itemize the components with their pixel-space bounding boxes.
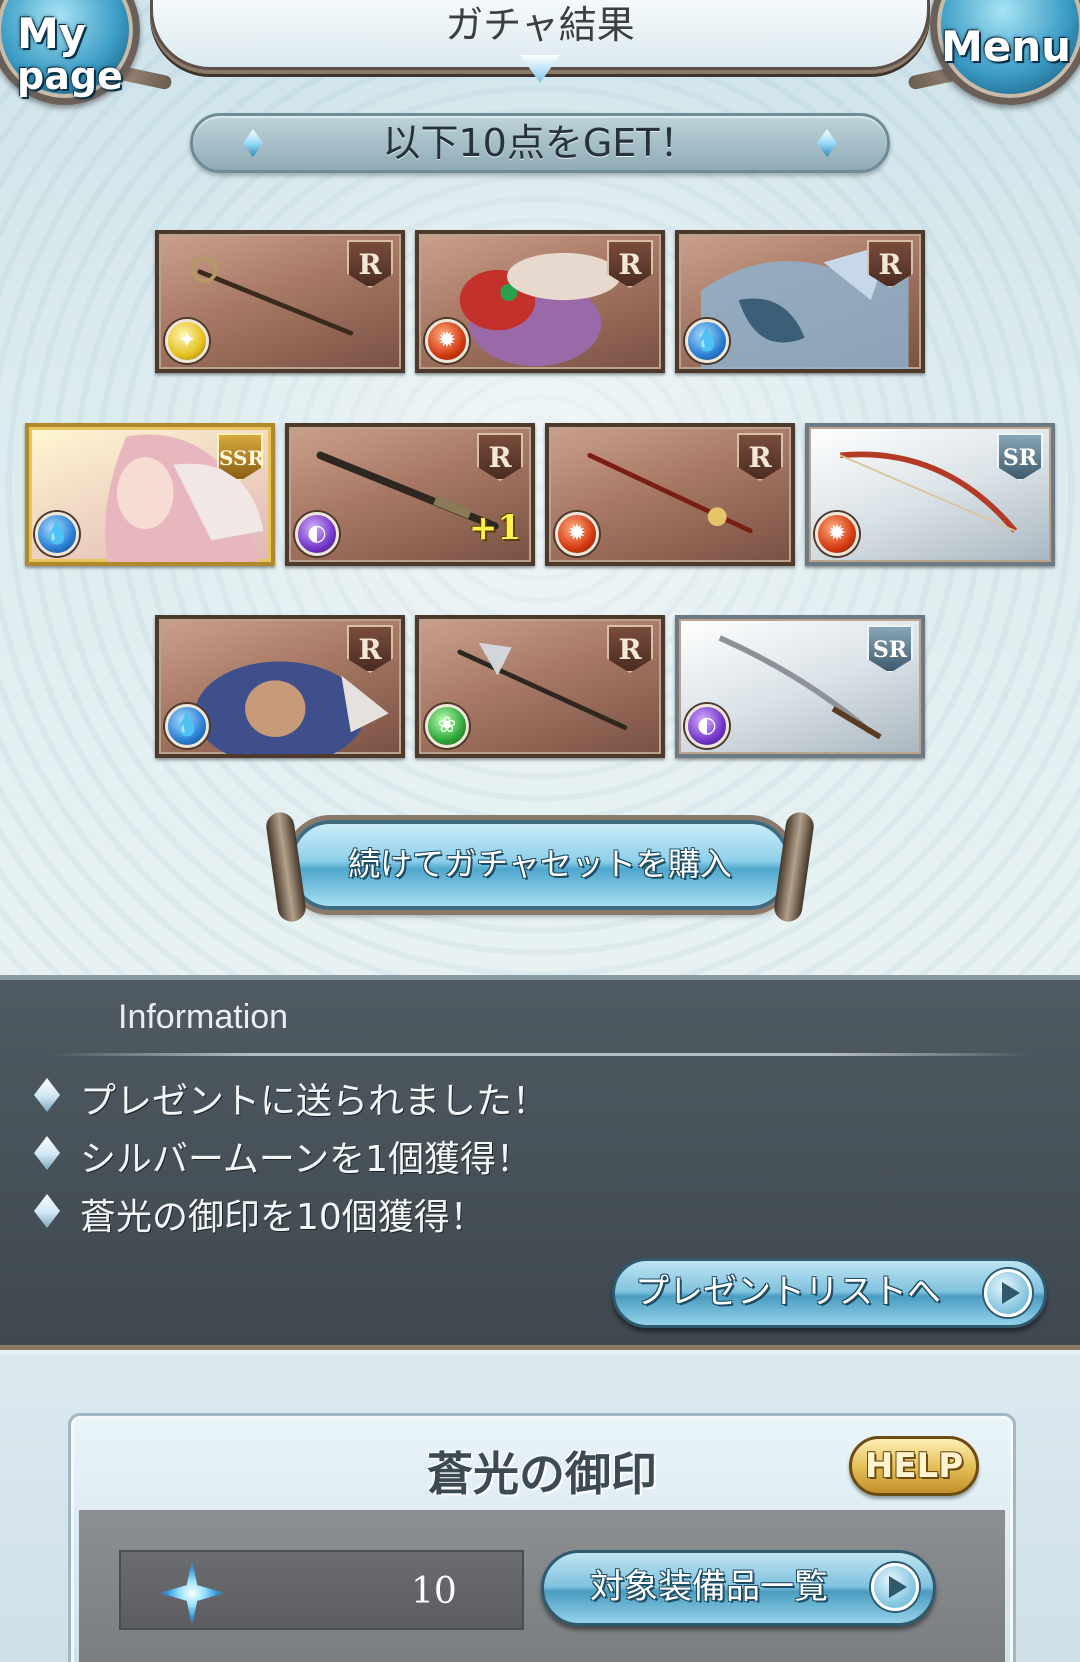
item-card-2[interactable]: R ✹ bbox=[415, 230, 665, 373]
mypage-label-line2: page bbox=[17, 54, 123, 98]
seal-inner-panel: 10 対象装備品一覧 bbox=[79, 1510, 1005, 1662]
divider bbox=[50, 1053, 1030, 1056]
water-element-icon: 💧 bbox=[685, 319, 729, 363]
seal-count-box: 10 bbox=[119, 1550, 524, 1630]
plus-bonus-label: +1 bbox=[468, 508, 521, 548]
get-banner: 以下10点をGET！ bbox=[190, 113, 890, 173]
gacha-result-area: ガチャ結果 My page Menu 以下10点をGET！ R ✦ R ✹ R … bbox=[0, 0, 1080, 975]
item-card-3[interactable]: R 💧 bbox=[675, 230, 925, 373]
seal-section: 蒼光の御印 HELP 10 対象装備品一覧 bbox=[0, 1355, 1080, 1662]
fire-element-icon: ✹ bbox=[425, 319, 469, 363]
item-card-6[interactable]: R ✹ bbox=[545, 423, 795, 566]
diamond-icon bbox=[34, 1078, 60, 1112]
item-card-10[interactable]: SR ◐ bbox=[675, 615, 925, 758]
present-list-button[interactable]: プレゼントリストへ bbox=[612, 1258, 1047, 1328]
fire-element-icon: ✹ bbox=[555, 512, 599, 556]
item-card-8[interactable]: R 💧 bbox=[155, 615, 405, 758]
seal-box: 蒼光の御印 HELP 10 対象装備品一覧 bbox=[68, 1413, 1016, 1662]
diamond-icon bbox=[34, 1136, 60, 1170]
dark-element-icon: ◐ bbox=[685, 704, 729, 748]
target-list-label: 対象装備品一覧 bbox=[590, 1567, 828, 1607]
wind-element-icon: ❀ bbox=[425, 704, 469, 748]
information-panel: Information プレゼントに送られました！ シルバームーンを1個獲得！ … bbox=[0, 975, 1080, 1350]
menu-label: Menu bbox=[941, 22, 1072, 71]
item-card-7[interactable]: SR ✹ bbox=[805, 423, 1055, 566]
item-card-1[interactable]: R ✦ bbox=[155, 230, 405, 373]
info-line: プレゼントに送られました！ bbox=[80, 1081, 549, 1122]
light-element-icon: ✦ bbox=[165, 319, 209, 363]
item-card-9[interactable]: R ❀ bbox=[415, 615, 665, 758]
target-equipment-list-button[interactable]: 対象装備品一覧 bbox=[541, 1550, 936, 1626]
dark-element-icon: ◐ bbox=[295, 512, 339, 556]
fire-element-icon: ✹ bbox=[815, 512, 859, 556]
item-card-5[interactable]: R ◐ +1 bbox=[285, 423, 535, 566]
water-element-icon: 💧 bbox=[165, 704, 209, 748]
mypage-button[interactable]: My page bbox=[0, 0, 140, 105]
water-element-icon: 💧 bbox=[35, 512, 79, 556]
mypage-label-line1: My bbox=[17, 9, 87, 58]
play-arrow-icon bbox=[871, 1563, 919, 1611]
info-line: シルバームーンを1個獲得！ bbox=[80, 1139, 533, 1180]
header: ガチャ結果 bbox=[0, 0, 1080, 110]
page-title: ガチャ結果 bbox=[445, 3, 635, 47]
information-title: Information bbox=[118, 998, 289, 1036]
play-arrow-icon bbox=[984, 1269, 1032, 1317]
continue-gacha-button[interactable]: 続けてガチャセットを購入 bbox=[290, 820, 790, 910]
present-list-label: プレゼントリストへ bbox=[635, 1272, 941, 1312]
seal-count: 10 bbox=[411, 1571, 457, 1612]
item-card-4[interactable]: SSR 💧 bbox=[25, 423, 275, 566]
star-seal-icon bbox=[159, 1560, 225, 1626]
diamond-icon bbox=[34, 1194, 60, 1228]
help-button[interactable]: HELP bbox=[849, 1436, 979, 1496]
info-line: 蒼光の御印を10個獲得！ bbox=[80, 1197, 486, 1238]
get-banner-text: 以下10点をGET！ bbox=[382, 121, 698, 165]
